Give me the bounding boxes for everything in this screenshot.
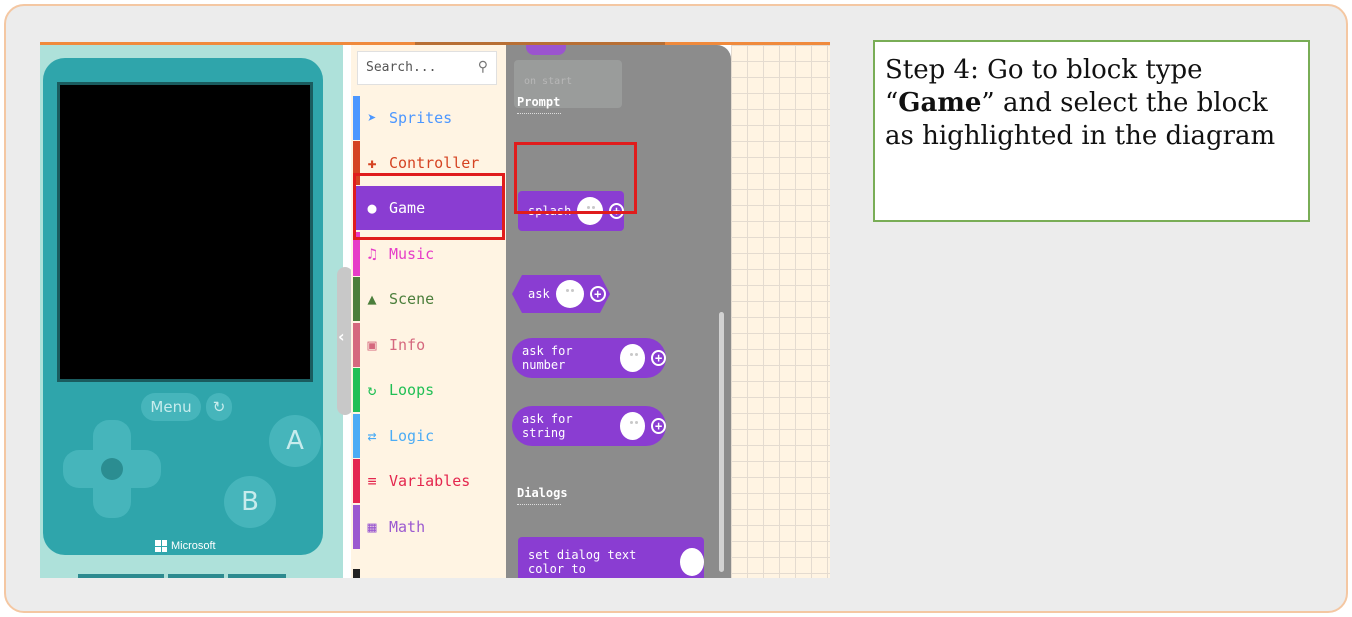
flyout-scrollbar[interactable] [719, 312, 724, 572]
ghost-label: on start [524, 76, 573, 87]
category-label: Loops [389, 381, 435, 399]
block-label: set dialog text color to [528, 548, 637, 576]
category-label: Logic [389, 427, 435, 445]
expand-plus-icon[interactable]: + [651, 350, 666, 366]
tree-icon: ▲ [367, 290, 377, 308]
expand-plus-icon[interactable]: + [651, 418, 666, 434]
id-card-icon: ▣ [367, 336, 377, 354]
game-screen[interactable] [57, 82, 313, 382]
category-color-bar [353, 368, 360, 412]
block-label: ask for number [522, 344, 573, 372]
text-input-bubble[interactable] [619, 344, 646, 372]
dpad-center [101, 458, 123, 480]
category-label: Controller [389, 154, 480, 172]
shuffle-icon: ⇄ [367, 427, 377, 445]
category-label: Scene [389, 290, 435, 308]
category-variables[interactable]: ≡ Variables [353, 459, 503, 503]
arcade-console: Menu ↻ A B Microsoft [43, 58, 323, 555]
category-label: Sprites [389, 109, 453, 127]
list-icon: ≡ [367, 472, 377, 490]
search-placeholder: Search... [366, 60, 437, 75]
category-label: Variables [389, 472, 471, 490]
section-prompt: Prompt [517, 95, 561, 114]
dpad[interactable] [63, 420, 161, 518]
search-input[interactable]: Search... ⚲ [357, 51, 497, 85]
b-button[interactable]: B [224, 476, 276, 528]
calculator-icon: ▦ [367, 518, 377, 536]
highlight-game-category [353, 173, 505, 240]
microsoft-logo: Microsoft [155, 540, 216, 552]
category-info[interactable]: ▣ Info [353, 323, 503, 367]
search-icon: ⚲ [477, 59, 488, 75]
highlight-splash-block [514, 142, 637, 214]
workspace-grid[interactable] [731, 45, 830, 578]
category-color-bar [353, 459, 360, 503]
restart-icon[interactable]: ↻ [206, 393, 232, 421]
section-divider [517, 504, 561, 505]
block-label: ask for string [522, 412, 573, 440]
category-logic[interactable]: ⇄ Logic [353, 414, 503, 458]
category-color-bar [353, 277, 360, 321]
refresh-icon: ↻ [367, 381, 377, 399]
sim-toolbar-button[interactable] [228, 574, 286, 578]
category-color-bar [353, 505, 360, 549]
section-dialogs: Dialogs [517, 486, 568, 505]
category-label: Music [389, 245, 435, 263]
paper-plane-icon: ➤ [367, 109, 377, 127]
gamepad-icon: ✚ [367, 154, 377, 172]
section-label: Prompt [517, 95, 561, 109]
sim-toolbar-button[interactable] [78, 574, 164, 578]
category-scene[interactable]: ▲ Scene [353, 277, 503, 321]
category-label: Math [389, 518, 426, 536]
color-picker-swatch[interactable] [680, 548, 704, 576]
toolbox: Search... ⚲ ➤ Sprites ✚ Controller ● Gam… [351, 45, 506, 578]
instruction-box: Step 4: Go to block type “Game” and sele… [873, 40, 1310, 222]
chevron-left-icon: ‹ [338, 327, 345, 346]
ghost-block-tab [526, 45, 566, 55]
headphones-icon: ♫ [367, 245, 377, 263]
makecode-screenshot: Menu ↻ A B Microsoft ‹ Search... ⚲ ➤ Spr… [40, 42, 830, 578]
category-color-bar [353, 96, 360, 140]
sim-toolbar-button[interactable] [168, 574, 224, 578]
category-sprites[interactable]: ➤ Sprites [353, 96, 503, 140]
ask-block[interactable]: ask + [512, 275, 610, 313]
simulator-panel: Menu ↻ A B Microsoft [40, 45, 343, 578]
block-label: ask [528, 287, 550, 301]
category-loops[interactable]: ↻ Loops [353, 368, 503, 412]
expand-plus-icon[interactable]: + [589, 286, 606, 302]
set-dialog-text-color-block[interactable]: set dialog text color to [518, 537, 704, 578]
text-input-bubble[interactable] [555, 280, 584, 308]
category-math[interactable]: ▦ Math [353, 505, 503, 549]
category-color-bar [353, 569, 360, 578]
category-label: Info [389, 336, 426, 354]
category-color-bar [353, 323, 360, 367]
ask-for-number-block[interactable]: ask for number + [512, 338, 666, 378]
ask-for-string-block[interactable]: ask for string + [512, 406, 666, 446]
windows-icon [155, 540, 167, 552]
category-color-bar [353, 414, 360, 458]
a-button[interactable]: A [269, 415, 321, 467]
menu-button[interactable]: Menu [141, 393, 201, 421]
blocks-flyout: on start Prompt splash + ask + ask for n… [506, 45, 731, 578]
brand-label: Microsoft [171, 540, 216, 552]
instruction-bold: Game [898, 88, 982, 118]
section-divider [517, 113, 561, 114]
section-label: Dialogs [517, 486, 568, 500]
text-input-bubble[interactable] [619, 412, 646, 440]
instruction-text: Step 4: Go to block type “Game” and sele… [885, 54, 1298, 153]
